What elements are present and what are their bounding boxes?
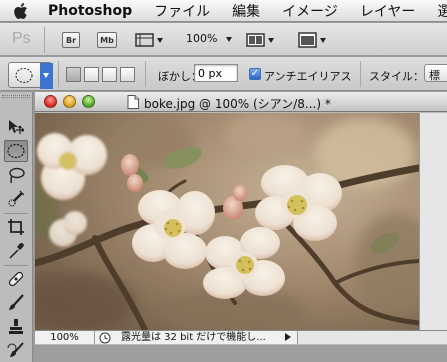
panel-grip[interactable]: [2, 95, 30, 98]
app-menu[interactable]: Photoshop: [48, 3, 132, 19]
style-dropdown[interactable]: 標: [424, 64, 447, 82]
view-extras-icon: [135, 33, 163, 47]
antialias-checkbox[interactable]: ✓: [249, 68, 261, 80]
eyedropper-tool[interactable]: [4, 240, 28, 262]
tools-panel: [0, 92, 33, 362]
horizontal-scrollbar[interactable]: [297, 330, 447, 344]
bridge-button[interactable]: Br: [62, 32, 80, 48]
menu-edit[interactable]: 編集: [232, 1, 260, 21]
style-label: スタイル：: [369, 70, 424, 83]
menu-layer[interactable]: レイヤー: [360, 1, 416, 21]
optbar-divider: [145, 61, 146, 87]
mini-bridge-button[interactable]: Mb: [97, 32, 117, 48]
eyedropper-tool-icon: [9, 242, 24, 259]
screen-mode-icon: [298, 32, 326, 48]
extras-dropdown[interactable]: [135, 32, 165, 51]
healing-brush-tool-icon: [8, 271, 24, 287]
history-brush-tool[interactable]: [4, 340, 28, 362]
menu-image[interactable]: イメージ: [282, 1, 338, 21]
add-to-selection-button[interactable]: [84, 67, 99, 82]
zoom-button[interactable]: [82, 95, 95, 108]
chevron-down-icon: [225, 36, 232, 42]
brush-tool-icon: [9, 294, 24, 310]
zoom-field[interactable]: 100%: [35, 331, 95, 344]
lasso-tool-icon: [9, 167, 25, 184]
menu-select[interactable]: 選択範: [437, 1, 447, 21]
close-button[interactable]: [44, 95, 57, 108]
clone-stamp-tool[interactable]: [4, 316, 28, 338]
move-tool[interactable]: [4, 116, 28, 138]
tools-divider: [4, 265, 28, 266]
marquee-tool-icon: [7, 143, 25, 159]
minimize-button[interactable]: [63, 95, 76, 108]
zoom-level-value: 100%: [186, 32, 218, 45]
menu-bar: Photoshop ファイル 編集 イメージ レイヤー 選択範: [0, 0, 447, 22]
optbar-divider: [360, 61, 361, 87]
document-icon: [127, 95, 139, 112]
tool-preset-picker[interactable]: [8, 62, 53, 89]
document-title: boke.jpg @ 100% (シアン/8...) *: [144, 97, 331, 111]
antialias-label: アンチエイリアス: [264, 70, 352, 83]
marquee-tool[interactable]: [4, 140, 28, 162]
quick-selection-tool[interactable]: [4, 188, 28, 210]
arrange-documents-dropdown[interactable]: [246, 32, 276, 51]
feather-input[interactable]: [194, 64, 238, 82]
flowers-photo: [35, 113, 419, 330]
zoom-level-dropdown[interactable]: 100%: [186, 32, 232, 45]
move-tool-icon: [9, 120, 25, 134]
style-value: 標: [429, 69, 440, 82]
menu-file[interactable]: ファイル: [154, 1, 210, 21]
arrange-documents-icon: [246, 33, 274, 47]
crop-tool-icon: [8, 219, 24, 235]
healing-brush-tool[interactable]: [4, 268, 28, 290]
ps-logo: Ps: [12, 30, 31, 47]
appbar-divider: [44, 27, 45, 53]
vertical-scrollbar[interactable]: [419, 113, 447, 330]
document-title-bar[interactable]: boke.jpg @ 100% (シアン/8...) *: [35, 92, 447, 112]
status-text: 露光量は 32 bit だけで機能し...: [121, 332, 266, 343]
subtract-from-selection-button[interactable]: [102, 67, 117, 82]
options-bar: ぼかし： ✓ アンチエイリアス スタイル： 標: [0, 57, 447, 91]
status-menu-arrow-icon[interactable]: [285, 333, 291, 341]
document-window: boke.jpg @ 100% (シアン/8...) * 100% 露光量は 3…: [35, 92, 447, 362]
screen-mode-dropdown[interactable]: [298, 32, 328, 51]
apple-menu-icon[interactable]: [14, 2, 28, 19]
workspace-background: [35, 345, 447, 362]
brush-tool[interactable]: [4, 292, 28, 314]
clone-stamp-tool-icon: [9, 319, 23, 334]
document-canvas[interactable]: [35, 113, 419, 330]
new-selection-button[interactable]: [66, 67, 81, 82]
crop-tool[interactable]: [4, 216, 28, 238]
application-bar: Ps Br Mb 100%: [0, 23, 447, 56]
marquee-preset-icon: [15, 63, 53, 89]
intersect-selection-button[interactable]: [120, 67, 135, 82]
quick-selection-tool-icon: [8, 190, 25, 207]
optbar-divider: [58, 61, 59, 87]
tools-divider: [4, 213, 28, 214]
lasso-tool[interactable]: [4, 164, 28, 186]
history-brush-tool-icon: [7, 342, 24, 357]
